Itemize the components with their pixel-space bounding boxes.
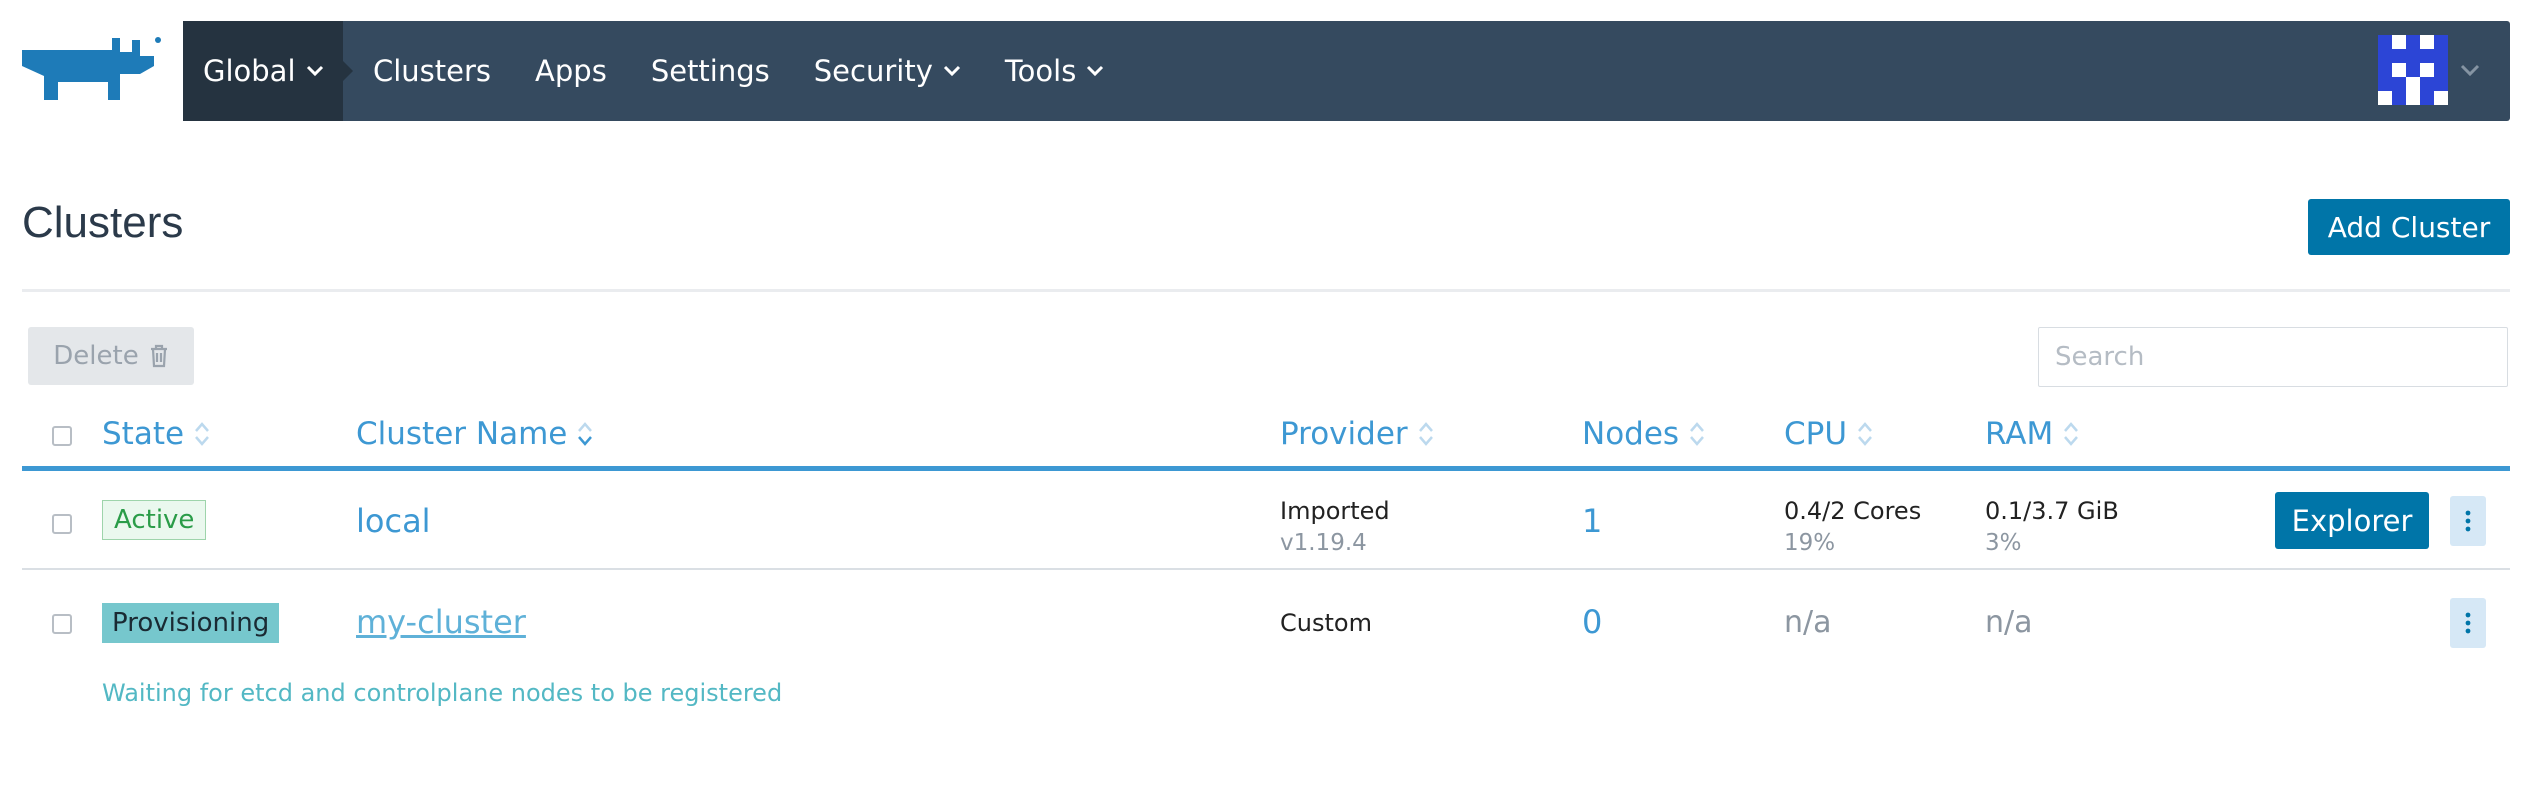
cluster-name-link[interactable]: local <box>356 502 431 540</box>
nav-global-menu[interactable]: Global <box>183 21 353 121</box>
column-header-cpu[interactable]: CPU <box>1784 416 1873 452</box>
add-cluster-button[interactable]: Add Cluster <box>2308 199 2510 255</box>
column-label-cluster-name: Cluster Name <box>356 416 568 452</box>
chevron-down-icon <box>943 65 961 77</box>
row-actions-menu[interactable] <box>2450 598 2486 648</box>
status-badge: Active <box>102 500 207 540</box>
cpu-usage: 0.4/2 Cores <box>1784 497 1922 525</box>
chevron-down-icon <box>2460 64 2480 77</box>
page-title: Clusters <box>22 198 184 247</box>
delete-label: Delete <box>53 341 139 371</box>
provider-version: v1.19.4 <box>1280 530 1367 556</box>
row-actions-menu[interactable] <box>2450 496 2486 546</box>
nav-clusters[interactable]: Clusters <box>343 21 513 121</box>
kebab-icon <box>2465 510 2471 532</box>
nav-global-label: Global <box>203 54 296 88</box>
rancher-logo[interactable] <box>20 36 162 108</box>
cpu-percent: 19% <box>1784 530 1836 556</box>
nav-clusters-label: Clusters <box>373 54 492 88</box>
sort-icon <box>2063 420 2079 448</box>
nav-security-menu[interactable]: Security <box>792 21 983 121</box>
column-header-provider[interactable]: Provider <box>1280 416 1434 452</box>
trash-icon <box>149 344 169 368</box>
column-header-nodes[interactable]: Nodes <box>1582 416 1705 452</box>
table-header-underline <box>22 466 2510 471</box>
explorer-button[interactable]: Explorer <box>2275 492 2429 549</box>
column-label-state: State <box>102 416 185 452</box>
row-checkbox[interactable] <box>52 514 72 534</box>
nodes-count-link[interactable]: 1 <box>1582 502 1602 540</box>
column-header-ram[interactable]: RAM <box>1985 416 2079 452</box>
nav-apps-label: Apps <box>535 54 607 88</box>
user-menu[interactable] <box>2378 35 2480 105</box>
ram-percent: 3% <box>1985 530 2022 556</box>
top-navbar: Global Clusters Apps Settings Security T… <box>183 21 2510 121</box>
nodes-count-link[interactable]: 0 <box>1582 603 1602 641</box>
row-checkbox[interactable] <box>52 614 72 634</box>
nav-tools-menu[interactable]: Tools <box>983 21 1126 121</box>
delete-button[interactable]: Delete <box>28 327 194 385</box>
search-input[interactable] <box>2038 327 2508 387</box>
ram-usage: n/a <box>1985 605 2033 640</box>
status-badge: Provisioning <box>102 603 280 643</box>
nav-settings[interactable]: Settings <box>629 21 792 121</box>
column-label-provider: Provider <box>1280 416 1408 452</box>
select-all-checkbox[interactable] <box>52 426 72 446</box>
nav-security-label: Security <box>813 54 933 88</box>
column-label-ram: RAM <box>1985 416 2054 452</box>
nav-apps[interactable]: Apps <box>513 21 629 121</box>
cluster-name-link[interactable]: my-cluster <box>356 603 526 641</box>
cluster-status-message: Waiting for etcd and controlplane nodes … <box>102 679 783 707</box>
column-label-nodes: Nodes <box>1582 416 1680 452</box>
nav-settings-label: Settings <box>650 54 770 88</box>
sort-icon <box>1418 420 1434 448</box>
avatar <box>2378 35 2448 105</box>
nav-tools-label: Tools <box>1004 54 1077 88</box>
ram-usage: 0.1/3.7 GiB <box>1985 497 2119 525</box>
header-divider <box>22 289 2510 292</box>
provider-name: Imported <box>1280 497 1390 525</box>
chevron-down-icon <box>306 65 324 77</box>
chevron-down-icon <box>1086 65 1104 77</box>
cpu-usage: n/a <box>1784 605 1832 640</box>
kebab-icon <box>2465 612 2471 634</box>
row-divider <box>22 568 2510 570</box>
sort-icon <box>194 420 210 448</box>
sort-icon <box>1689 420 1705 448</box>
column-header-state[interactable]: State <box>102 416 210 452</box>
sort-icon <box>1857 420 1873 448</box>
sort-icon <box>577 420 593 448</box>
column-label-cpu: CPU <box>1784 416 1848 452</box>
provider-name: Custom <box>1280 609 1372 637</box>
column-header-cluster-name[interactable]: Cluster Name <box>356 416 593 452</box>
